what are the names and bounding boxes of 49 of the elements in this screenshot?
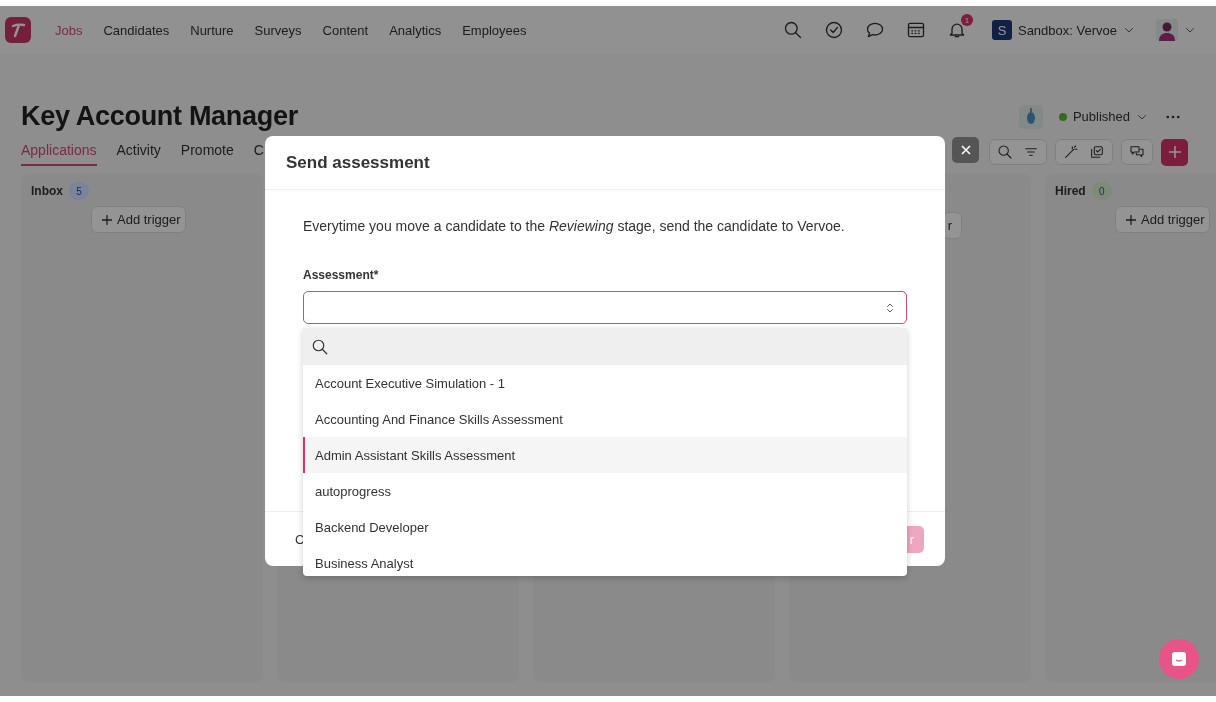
dropdown-option[interactable]: Account Executive Simulation - 1 — [303, 365, 907, 401]
notification-badge: 1 — [960, 14, 973, 26]
count-badge: 5 — [69, 182, 89, 200]
nav-item[interactable]: Candidates — [103, 22, 170, 38]
calendar-icon[interactable] — [905, 20, 926, 40]
avatar-icon[interactable] — [1156, 19, 1178, 41]
logo-icon[interactable] — [5, 17, 31, 43]
workspace-switcher[interactable]: S Sandbox: Vervoe — [991, 20, 1135, 40]
dropdown-option[interactable]: Admin Assistant Skills Assessment — [303, 437, 907, 473]
conversation-icon[interactable] — [1129, 144, 1145, 160]
nav-item[interactable]: Nurture — [190, 22, 234, 38]
tab[interactable]: C — [253, 138, 264, 166]
nav-item[interactable]: Employees — [462, 22, 527, 38]
nav-item[interactable]: Jobs — [55, 22, 83, 38]
field-label: Assessment* — [303, 268, 380, 282]
stage-name: Inbox — [31, 184, 63, 198]
tab[interactable]: Applications — [21, 138, 97, 166]
chat-icon — [1170, 650, 1188, 668]
tab[interactable]: Activity — [116, 138, 161, 166]
copy-check-icon[interactable] — [1089, 144, 1105, 160]
dropdown-option[interactable]: Accounting And Finance Skills Assessment — [303, 401, 907, 437]
tab[interactable]: Promote — [180, 138, 234, 166]
search-icon[interactable] — [782, 20, 803, 40]
dropdown-option[interactable]: autoprogress — [303, 473, 907, 509]
add-trigger-button[interactable]: Add trigger — [91, 206, 186, 233]
nav-item[interactable]: Content — [322, 22, 369, 38]
search-icon[interactable] — [311, 337, 329, 356]
chat-bubble-icon[interactable] — [864, 20, 885, 40]
plus-icon — [1125, 213, 1137, 226]
description-text: Everytime you move a candidate to the Reviewing stage, send the candidate to Vervoe. — [303, 218, 846, 234]
count-badge: 0 — [1091, 182, 1112, 200]
nav-item[interactable]: Analytics — [389, 22, 442, 38]
plus-icon — [101, 213, 113, 226]
dropdown-search-field[interactable] — [303, 328, 907, 365]
stage-name: Hired — [1055, 184, 1086, 198]
plus-icon — [1167, 145, 1182, 159]
nav-item[interactable]: Surveys — [254, 22, 302, 38]
close-icon — [959, 144, 972, 156]
job-title: Key Account Manager — [21, 101, 298, 132]
check-circle-icon[interactable] — [823, 20, 844, 40]
status-dropdown[interactable]: Published — [1058, 109, 1148, 124]
add-trigger-button[interactable]: Add trigger — [1115, 206, 1210, 233]
close-button[interactable] — [952, 137, 979, 163]
cancel-button[interactable]: C — [295, 531, 305, 547]
search-icon[interactable] — [997, 144, 1013, 160]
dialog-title: Send assessment — [286, 152, 430, 173]
assessment-select[interactable] — [303, 291, 907, 324]
magic-wand-icon[interactable] — [1063, 144, 1079, 160]
add-button[interactable] — [1161, 138, 1188, 166]
